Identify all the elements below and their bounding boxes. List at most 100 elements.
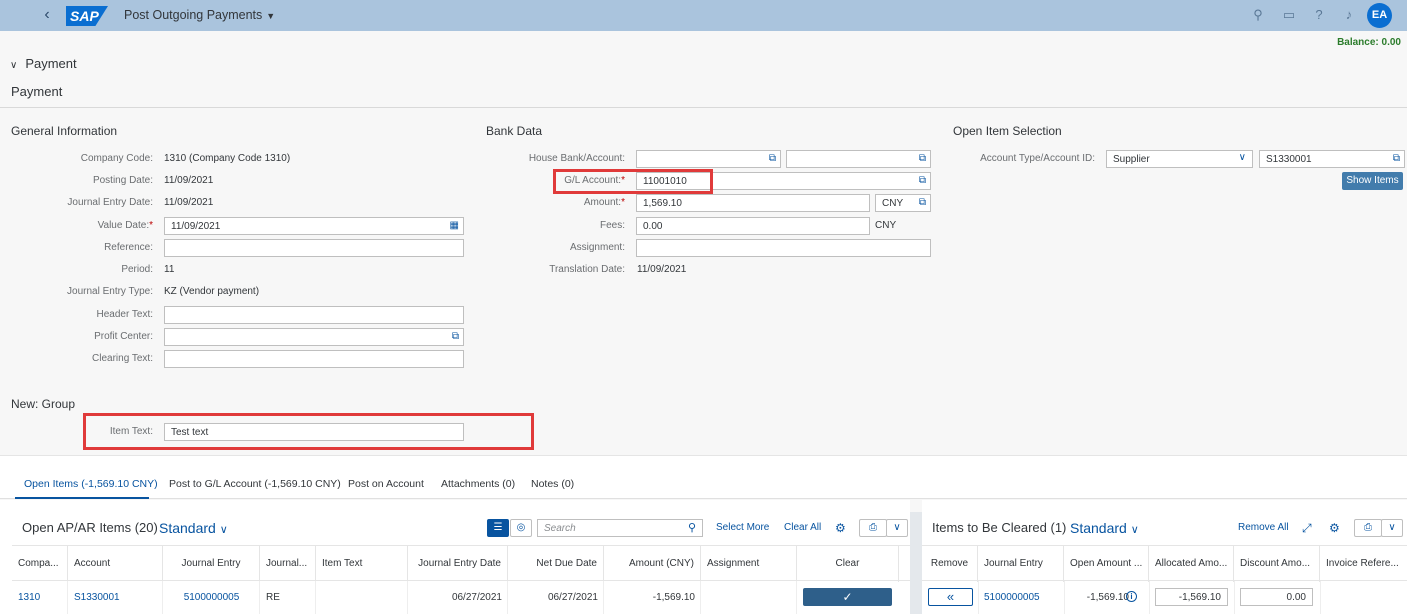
search-icon[interactable]: ⚲ (688, 521, 696, 534)
bank-data-title: Bank Data (486, 124, 543, 138)
tab-post-on-account[interactable]: Post on Account (348, 478, 424, 490)
variant-selector[interactable]: Standard ∨ (159, 520, 228, 536)
back-icon[interactable]: ‹ (38, 6, 56, 24)
column-header[interactable]: Journal... (260, 546, 316, 582)
search-icon[interactable]: ⚲ (1250, 7, 1266, 23)
value-help-icon[interactable]: ⧉ (919, 197, 926, 208)
remove-button[interactable]: « (928, 588, 973, 606)
double-chevron-left-icon: « (946, 589, 955, 604)
tab-attachments[interactable]: Attachments (0) (441, 478, 515, 490)
chevron-down-icon[interactable]: ∨ (886, 519, 908, 537)
list-view-icon[interactable]: ☰ (487, 519, 509, 537)
divider (67, 581, 68, 614)
column-header[interactable]: Net Due Date (508, 546, 604, 582)
globe-icon[interactable]: ◎ (510, 519, 532, 537)
value-date-input[interactable]: 11/09/2021 ▦ (164, 217, 464, 235)
table-cell-link[interactable]: 5100000005 (163, 582, 260, 614)
info-icon[interactable]: i (1126, 591, 1137, 602)
reference-input[interactable] (164, 239, 464, 257)
highlight-box (553, 169, 713, 194)
account-id-input[interactable]: S1330001 ⧉ (1259, 150, 1405, 168)
calendar-icon[interactable]: ▦ (450, 220, 459, 231)
column-header[interactable]: Clear (797, 546, 899, 582)
bell-icon[interactable]: ♪ (1341, 7, 1357, 23)
value-help-icon[interactable]: ⧉ (919, 175, 926, 186)
column-header[interactable]: Open Amount ... (1064, 546, 1149, 582)
cleared-items-table-header: Remove Journal Entry Open Amount ... All… (922, 545, 1407, 582)
je-type-value: KZ (Vendor payment) (164, 286, 260, 297)
account-type-label: Account Type/Account ID: (980, 153, 1095, 164)
divider (796, 581, 797, 614)
avatar[interactable]: EA (1367, 3, 1392, 28)
chevron-down-icon: ∨ (10, 60, 18, 71)
chat-icon[interactable]: ▭ (1281, 7, 1297, 23)
open-items-title: Open AP/AR Items (20) (22, 520, 158, 535)
divider (1320, 581, 1321, 614)
column-header[interactable]: Item Text (316, 546, 408, 582)
tab-notes[interactable]: Notes (0) (531, 478, 574, 490)
account-type-select[interactable]: Supplier ∨ (1106, 150, 1253, 168)
house-bank-label: House Bank/Account: (528, 153, 625, 164)
search-input[interactable]: Search ⚲ (537, 519, 703, 537)
allocated-amount-input[interactable]: -1,569.10 (1155, 588, 1228, 606)
fees-input[interactable]: 0.00 (636, 217, 870, 235)
table-cell-link[interactable]: 5100000005 (978, 582, 1064, 614)
variant-selector[interactable]: Standard ∨ (1070, 520, 1139, 536)
company-code-label: Company Code: (80, 153, 153, 164)
table-cell-link[interactable]: S1330001 (68, 582, 163, 614)
je-type-label: Journal Entry Type: (67, 286, 153, 297)
column-header[interactable]: Journal Entry (163, 546, 260, 582)
header-text-input[interactable] (164, 306, 464, 324)
value-help-icon[interactable]: ⧉ (452, 331, 459, 342)
clear-all-link[interactable]: Clear All (784, 522, 821, 533)
column-header[interactable]: Discount Amo... (1234, 546, 1320, 582)
value-help-icon[interactable]: ⧉ (1393, 153, 1400, 164)
fees-currency: CNY (875, 220, 897, 231)
gear-icon[interactable]: ⚙ (835, 521, 846, 535)
discount-amount-input[interactable]: 0.00 (1240, 588, 1313, 606)
clear-button[interactable]: ✓ (803, 588, 892, 606)
help-icon[interactable]: ? (1311, 7, 1327, 23)
chevron-down-icon: ∨ (1130, 524, 1139, 536)
value-help-icon[interactable]: ⧉ (919, 153, 926, 164)
column-header[interactable]: Journal Entry (978, 546, 1064, 582)
select-more-link[interactable]: Select More (716, 522, 769, 533)
header-text-label: Header Text: (96, 309, 153, 320)
panel-splitter[interactable] (910, 512, 922, 614)
house-account-input[interactable]: ⧉ (786, 150, 931, 168)
column-header[interactable]: Account (68, 546, 163, 582)
table-cell: 06/27/2021 (451, 592, 502, 603)
table-cell-link[interactable]: 1310 (12, 582, 68, 614)
column-header[interactable]: Journal Entry Date (408, 546, 508, 582)
house-bank-input[interactable]: ⧉ (636, 150, 781, 168)
table-cell (701, 582, 797, 614)
divider (1064, 581, 1065, 614)
tab-post-to-gl[interactable]: Post to G/L Account (-1,569.10 CNY) (169, 478, 341, 490)
show-items-button[interactable]: Show Items (1342, 172, 1403, 190)
column-header[interactable]: Compa... (12, 546, 68, 582)
tab-open-items[interactable]: Open Items (-1,569.10 CNY) (24, 478, 158, 490)
column-header[interactable]: Allocated Amo... (1149, 546, 1234, 582)
divider (1234, 581, 1235, 614)
currency-input[interactable]: CNY ⧉ (875, 194, 931, 212)
column-header[interactable]: Assignment (701, 546, 797, 582)
column-header[interactable]: Amount (CNY) (604, 546, 701, 582)
chevron-down-icon[interactable]: ∨ (1381, 519, 1403, 537)
fullscreen-icon[interactable]: ⤢ (1302, 521, 1312, 536)
sap-logo[interactable]: SAP (66, 6, 108, 26)
column-header[interactable]: Remove (922, 546, 978, 582)
open-item-selection-title: Open Item Selection (953, 124, 1062, 138)
amount-input[interactable]: 1,569.10 (636, 194, 870, 212)
payment-section-toggle[interactable]: ∨ Payment (10, 56, 77, 71)
clearing-text-input[interactable] (164, 350, 464, 368)
export-icon[interactable]: ⎙ (859, 519, 887, 537)
column-header[interactable]: Invoice Refere... (1320, 546, 1407, 582)
export-icon[interactable]: ⎙ (1354, 519, 1382, 537)
gear-icon[interactable]: ⚙ (1329, 521, 1340, 535)
assignment-input[interactable] (636, 239, 931, 257)
cleared-items-title: Items to Be Cleared (1) (932, 520, 1067, 535)
value-help-icon[interactable]: ⧉ (769, 153, 776, 164)
app-title[interactable]: Post Outgoing Payments ▼ (124, 8, 275, 22)
remove-all-link[interactable]: Remove All (1238, 522, 1289, 533)
profit-center-input[interactable]: ⧉ (164, 328, 464, 346)
